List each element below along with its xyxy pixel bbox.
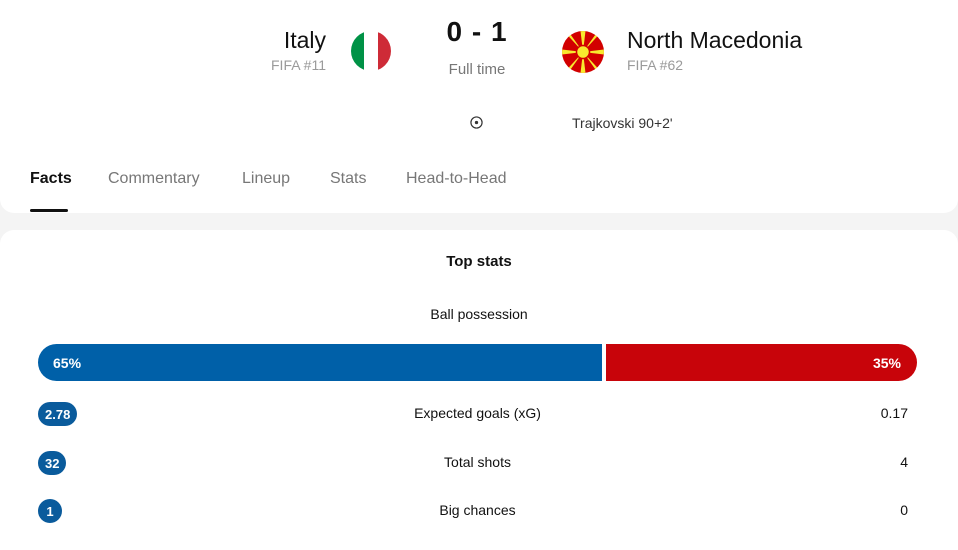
home-team-name[interactable]: Italy bbox=[284, 27, 326, 54]
tab-commentary[interactable]: Commentary bbox=[108, 170, 200, 188]
away-stat-value: 0.17 bbox=[880, 405, 908, 421]
football-icon bbox=[470, 116, 483, 129]
match-score: 0 - 1 bbox=[446, 16, 508, 47]
stat-row-total-shots: Total shots 32 4 bbox=[38, 451, 917, 475]
away-stat-value: 4 bbox=[900, 454, 908, 470]
match-header-card: Italy FIFA #11 0 - 1 Full time North Mac… bbox=[0, 0, 958, 213]
possession-away-value: 35% bbox=[872, 354, 901, 371]
stat-label: Total shots bbox=[444, 454, 511, 470]
stat-row-big-chances: Big chances 1 0 bbox=[38, 499, 917, 523]
tab-head-to-head[interactable]: Head-to-Head bbox=[406, 170, 507, 188]
match-status: Full time bbox=[448, 61, 506, 78]
home-stat-pill: 32 bbox=[38, 451, 67, 475]
possession-label: Ball possession bbox=[430, 306, 528, 322]
away-team-name[interactable]: North Macedonia bbox=[627, 27, 802, 54]
active-tab-indicator bbox=[30, 209, 68, 212]
stat-label: Big chances bbox=[439, 502, 516, 518]
tab-stats[interactable]: Stats bbox=[330, 170, 366, 188]
away-stat-value: 0 bbox=[900, 502, 908, 518]
tab-facts[interactable]: Facts bbox=[30, 170, 72, 188]
away-team-rank: FIFA #62 bbox=[627, 57, 684, 73]
home-team-rank: FIFA #11 bbox=[271, 57, 326, 73]
home-stat-pill: 1 bbox=[38, 499, 62, 523]
possession-away-bar: 35% bbox=[605, 344, 917, 381]
italy-flag-icon bbox=[351, 31, 391, 71]
goal-scorer: Trajkovski 90+2' bbox=[572, 115, 673, 131]
possession-bar: 65% 35% bbox=[38, 344, 917, 381]
stat-row-xg: Expected goals (xG) 2.78 0.17 bbox=[38, 402, 917, 426]
top-stats-title: Top stats bbox=[446, 253, 512, 270]
stat-label: Expected goals (xG) bbox=[414, 405, 541, 421]
home-stat-pill: 2.78 bbox=[38, 402, 78, 426]
tab-lineup[interactable]: Lineup bbox=[242, 170, 290, 188]
possession-home-value: 65% bbox=[53, 354, 82, 371]
possession-home-bar: 65% bbox=[38, 344, 602, 381]
north-macedonia-flag-icon bbox=[562, 31, 604, 73]
